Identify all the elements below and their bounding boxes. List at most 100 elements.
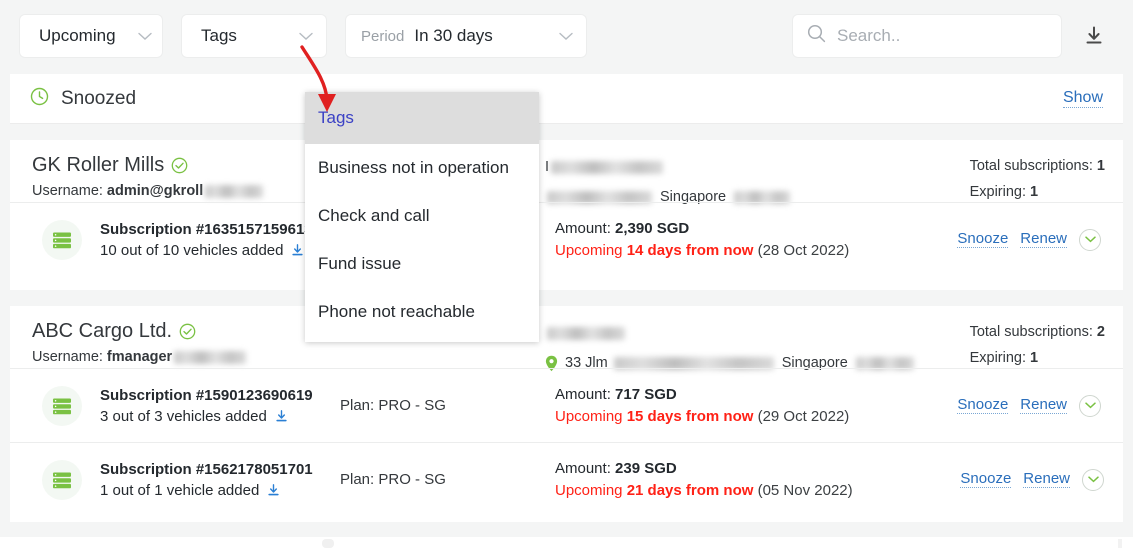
chevron-down-icon xyxy=(277,32,313,41)
download-icon[interactable] xyxy=(290,243,305,258)
username-value: fmanager xyxy=(106,349,173,365)
snooze-link[interactable]: Snooze xyxy=(957,230,1009,249)
server-stack-icon xyxy=(42,219,82,260)
server-stack-icon xyxy=(42,385,82,426)
redacted-username-suffix xyxy=(174,350,247,364)
snooze-link[interactable]: Snooze xyxy=(960,470,1012,489)
redacted-username-suffix xyxy=(205,184,264,198)
tags-dropdown-item-label: Business not in operation xyxy=(318,158,509,177)
vehicles-added-text: 1 out of 1 vehicle added xyxy=(100,481,260,499)
upcoming-days: 14 days from now xyxy=(626,242,754,259)
customer-contact-column: I Singapore xyxy=(545,156,792,208)
total-subscriptions-value: 1 xyxy=(1096,158,1105,174)
clock-icon xyxy=(30,87,49,111)
email-row: I xyxy=(545,156,792,178)
search-box[interactable] xyxy=(793,15,1061,57)
amount-column: Amount: 2,390 SGD Upcoming 14 days from … xyxy=(555,220,849,259)
scrollbar-end-marker xyxy=(1118,539,1122,548)
download-export-button[interactable] xyxy=(1079,21,1109,51)
customer-contact-column: 33 Jlm Singapore xyxy=(545,322,916,374)
chevron-down-icon xyxy=(537,32,573,41)
tags-dropdown-item-phone-not-reachable[interactable]: Phone not reachable xyxy=(305,288,539,336)
status-filter-dropdown[interactable]: Upcoming xyxy=(20,15,162,57)
download-icon[interactable] xyxy=(266,483,281,498)
verified-badge-icon xyxy=(179,323,196,340)
renew-link[interactable]: Renew xyxy=(1020,230,1067,249)
tags-dropdown-item-business-not-in-operation[interactable]: Business not in operation xyxy=(305,144,539,192)
period-filter-label: In 30 days xyxy=(414,26,493,45)
customer-header: GK Roller Mills Username: admin@gkroll I… xyxy=(10,140,1123,205)
company-name: ABC Cargo Ltd. xyxy=(32,320,173,342)
subscription-info: Subscription #1562178051701 1 out of 1 v… xyxy=(100,461,313,499)
tags-dropdown-header[interactable]: Tags xyxy=(305,92,539,144)
total-subscriptions-label: Total subscriptions: xyxy=(969,324,1093,340)
customer-card: GK Roller Mills Username: admin@gkroll I… xyxy=(10,140,1123,290)
snoozed-section-header: Snoozed Show xyxy=(10,74,1123,124)
upcoming-row: Upcoming 15 days from now (29 Oct 2022) xyxy=(555,408,849,425)
status-filter-label: Upcoming xyxy=(39,26,116,45)
upcoming-prefix: Upcoming xyxy=(555,242,623,259)
amount-row: Amount: 717 SGD xyxy=(555,386,849,403)
expiring-label: Expiring: xyxy=(969,184,1026,200)
tags-dropdown-item-label: Fund issue xyxy=(318,254,402,273)
subscriptions-page: Upcoming Tags Period In 30 days Search..… xyxy=(0,0,1133,549)
scrollbar-thumb[interactable] xyxy=(322,539,334,548)
upcoming-prefix: Upcoming xyxy=(555,408,623,425)
total-subscriptions-value: 2 xyxy=(1096,324,1105,340)
upcoming-days: 15 days from now xyxy=(626,408,754,425)
expand-chevron-icon[interactable] xyxy=(1082,468,1104,491)
amount-value: 2,390 SGD xyxy=(615,220,690,237)
renew-link[interactable]: Renew xyxy=(1020,396,1067,415)
tags-dropdown-item-check-and-call[interactable]: Check and call xyxy=(305,192,539,240)
verified-badge-icon xyxy=(171,157,188,174)
snooze-link[interactable]: Snooze xyxy=(957,396,1009,415)
total-subscriptions-label: Total subscriptions: xyxy=(969,158,1093,174)
amount-row: Amount: 239 SGD xyxy=(555,460,853,477)
renew-link[interactable]: Renew xyxy=(1023,470,1070,489)
upcoming-days: 21 days from now xyxy=(626,482,754,499)
vehicles-added-text: 3 out of 3 vehicles added xyxy=(100,407,267,425)
upcoming-date: (29 Oct 2022) xyxy=(757,408,850,425)
snoozed-show-link[interactable]: Show xyxy=(1062,89,1103,108)
username-value: admin@gkroll xyxy=(106,183,204,199)
expiring-value: 1 xyxy=(1030,184,1039,200)
customer-header: ABC Cargo Ltd. Username: fmanager 33 Jlm… xyxy=(10,306,1123,371)
amount-row: Amount: 2,390 SGD xyxy=(555,220,849,237)
redacted-email xyxy=(547,326,625,340)
vehicles-added-row: 3 out of 3 vehicles added xyxy=(100,408,313,425)
customer-card: ABC Cargo Ltd. Username: fmanager 33 Jlm… xyxy=(10,306,1123,522)
expiring-label: Expiring: xyxy=(969,350,1026,366)
period-filter-dropdown[interactable]: Period In 30 days xyxy=(346,15,586,57)
subscription-row: Subscription #1590123690619 3 out of 3 v… xyxy=(10,368,1123,442)
plan-label: Plan: PRO - SG xyxy=(340,471,446,488)
upcoming-date: (05 Nov 2022) xyxy=(757,482,853,499)
total-subscriptions-row: Total subscriptions: 2 xyxy=(970,324,1105,340)
amount-column: Amount: 717 SGD Upcoming 15 days from no… xyxy=(555,386,849,425)
redacted-email xyxy=(551,160,664,174)
upcoming-row: Upcoming 21 days from now (05 Nov 2022) xyxy=(555,482,853,499)
search-input[interactable] xyxy=(837,26,1047,46)
expand-chevron-icon[interactable] xyxy=(1079,394,1101,417)
amount-label: Amount: xyxy=(555,460,611,477)
period-filter-prefix: Period xyxy=(361,27,405,45)
subscription-id: Subscription #1635157159613 xyxy=(100,220,313,238)
download-icon[interactable] xyxy=(274,409,289,424)
server-stack-icon xyxy=(42,459,82,500)
plan-label: Plan: PRO - SG xyxy=(340,397,446,414)
subscription-actions: Snooze Renew xyxy=(957,228,1101,251)
vehicles-added-row: 1 out of 1 vehicle added xyxy=(100,482,313,499)
expiring-row: Expiring: 1 xyxy=(970,184,1105,200)
tags-dropdown-item-fund-issue[interactable]: Fund issue xyxy=(305,240,539,288)
horizontal-scrollbar[interactable] xyxy=(0,537,1133,549)
search-icon xyxy=(807,24,826,48)
amount-value: 239 SGD xyxy=(615,460,677,477)
subscription-info: Subscription #1635157159613 10 out of 10… xyxy=(100,221,313,259)
expiring-row: Expiring: 1 xyxy=(970,350,1105,366)
subscription-id: Subscription #1562178051701 xyxy=(100,460,313,478)
total-subscriptions-row: Total subscriptions: 1 xyxy=(970,158,1105,174)
expand-chevron-icon[interactable] xyxy=(1079,228,1101,251)
expiring-value: 1 xyxy=(1030,350,1039,366)
subscription-row: Subscription #1635157159613 10 out of 10… xyxy=(10,202,1123,276)
amount-column: Amount: 239 SGD Upcoming 21 days from no… xyxy=(555,460,853,499)
tags-filter-dropdown[interactable]: Tags xyxy=(182,15,326,57)
